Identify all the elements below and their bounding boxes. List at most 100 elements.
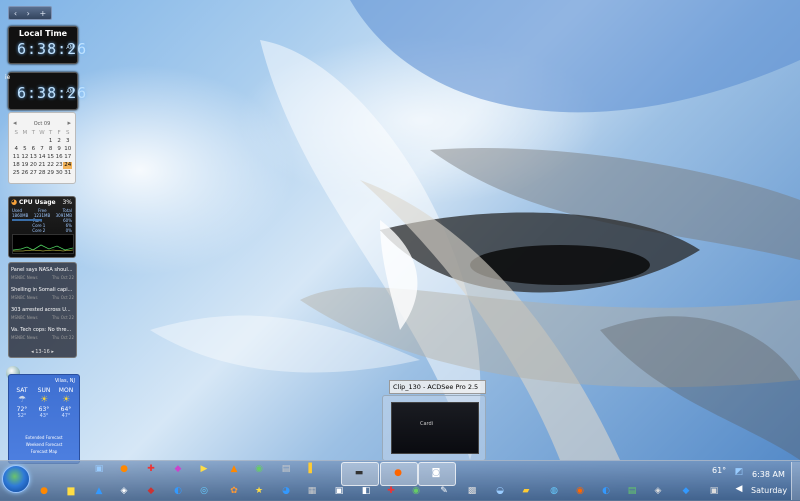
extended-forecast-link[interactable]: Extended Forecast (9, 435, 79, 440)
calendar-day[interactable]: 16 (55, 154, 64, 161)
calendar-day[interactable]: 5 (21, 146, 30, 153)
app-icon[interactable]: ◧ (360, 485, 372, 497)
app-icon[interactable]: ◉ (574, 485, 586, 497)
calendar-day[interactable]: 18 (12, 162, 21, 169)
calendar-day[interactable]: 29 (46, 170, 55, 177)
calendar-day[interactable]: 10 (63, 146, 72, 153)
volume-icon[interactable]: ◀ (733, 483, 745, 495)
news-headline[interactable]: Panel says NASA shoul... (11, 267, 74, 273)
news-pager[interactable]: ◂ 13-16 ▸ (9, 349, 76, 355)
taskbar-clock-day[interactable]: Saturday (751, 486, 787, 495)
news-item[interactable]: Va. Tech cops: No thre... MSNBC News Thu … (11, 327, 74, 340)
app-icon[interactable]: ▣ (708, 485, 720, 497)
app-icon[interactable]: ▶ (198, 463, 210, 475)
news-item[interactable]: Shelling in Somali capi... MSNBC News Thu… (11, 287, 74, 300)
app-icon[interactable]: ▰ (520, 485, 532, 497)
app-icon[interactable]: ▤ (626, 485, 638, 497)
calendar-day[interactable]: 9 (55, 146, 64, 153)
calendar-day[interactable]: 30 (55, 170, 64, 177)
app-icon[interactable]: ◉ (253, 463, 265, 475)
app-icon[interactable]: ▲ (93, 485, 105, 497)
app-icon[interactable]: ✚ (385, 485, 397, 497)
calendar-day[interactable]: 14 (38, 154, 47, 161)
app-icon[interactable]: ◒ (494, 485, 506, 497)
cpu-usage-gadget[interactable]: ◕ CPU Usage 3% Used Free Total 1860MB 12… (8, 196, 76, 258)
news-item[interactable]: 303 arrested across U... MSNBC News Thu O… (11, 307, 74, 320)
calendar-day[interactable]: 3 (63, 138, 72, 145)
calendar-day[interactable]: 20 (29, 162, 38, 169)
calendar-day[interactable]: 22 (46, 162, 55, 169)
calendar-day[interactable]: 23 (55, 162, 64, 169)
calendar-day[interactable]: 28 (38, 170, 47, 177)
weather-high: 72° (16, 406, 28, 413)
calendar-day[interactable]: 8 (46, 146, 55, 153)
app-icon[interactable]: ◈ (118, 485, 130, 497)
news-next-icon[interactable]: ▸ (51, 349, 54, 355)
calendar-next-icon[interactable]: ▸ (67, 119, 71, 127)
news-gadget[interactable]: Panel says NASA shoul... MSNBC News Thu O… (8, 262, 77, 358)
window-thumbnail-preview[interactable]: Cardi (382, 395, 486, 461)
add-gadget-button[interactable]: + (39, 9, 46, 18)
app-icon[interactable]: ▌ (306, 463, 318, 475)
app-icon[interactable]: ◆ (680, 485, 692, 497)
app-icon[interactable]: ◍ (548, 485, 560, 497)
calendar-day[interactable]: 12 (21, 154, 30, 161)
firefox-icon[interactable]: ● (118, 463, 130, 475)
news-item[interactable]: Panel says NASA shoul... MSNBC News Thu O… (11, 267, 74, 280)
show-desktop-button[interactable] (791, 462, 800, 500)
app-icon[interactable]: ✎ (438, 485, 450, 497)
network-icon[interactable]: ◩ (733, 466, 745, 478)
app-icon[interactable]: ◕ (280, 485, 292, 497)
app-icon[interactable]: ◆ (145, 485, 157, 497)
app-icon[interactable]: ◈ (652, 485, 664, 497)
app-icon[interactable]: ✿ (228, 485, 240, 497)
clock-gadget-local[interactable]: Local Time 6:38:26 AM (8, 26, 86, 64)
app-icon[interactable]: ◐ (172, 485, 184, 497)
star-icon[interactable]: ★ (253, 485, 265, 497)
previous-gadget-button[interactable]: ‹ (14, 9, 17, 18)
calendar-day[interactable]: 26 (21, 170, 30, 177)
app-icon[interactable]: ● (38, 485, 50, 497)
next-gadget-button[interactable]: › (27, 9, 30, 18)
calendar-day[interactable]: 21 (38, 162, 47, 169)
calendar-day[interactable]: 17 (63, 154, 72, 161)
calendar-day[interactable]: 1 (46, 138, 55, 145)
weather-gadget[interactable]: Vilas, NJ SAT ☂ 72° 52° SUN ☀ 63° 43° MO… (8, 374, 80, 464)
vlc-icon[interactable]: ▲ (228, 463, 240, 475)
calendar-day[interactable]: 6 (29, 146, 38, 153)
app-icon[interactable]: ▣ (93, 463, 105, 475)
taskbar-clock-time[interactable]: 6:38 AM (752, 470, 785, 479)
calendar-day[interactable]: 19 (21, 162, 30, 169)
app-icon[interactable]: ◐ (600, 485, 612, 497)
calendar-day[interactable]: 25 (12, 170, 21, 177)
news-headline[interactable]: 303 arrested across U... (11, 307, 74, 313)
clock-gadget-second[interactable]: ie 6:38:26 AM (5, 72, 86, 110)
weekend-forecast-link[interactable]: Weekend Forecast (9, 442, 79, 447)
app-icon[interactable]: ▦ (306, 485, 318, 497)
calendar-day[interactable]: 7 (38, 146, 47, 153)
calendar-day[interactable]: 11 (12, 154, 21, 161)
calendar-day[interactable]: 31 (63, 170, 72, 177)
calendar-day[interactable]: 27 (29, 170, 38, 177)
app-icon[interactable]: ▩ (466, 485, 478, 497)
calendar-day[interactable]: 4 (12, 146, 21, 153)
app-icon[interactable]: ▤ (280, 463, 292, 475)
news-headline[interactable]: Va. Tech cops: No thre... (11, 327, 74, 333)
calendar-day[interactable]: 13 (29, 154, 38, 161)
app-icon[interactable]: ◉ (410, 485, 422, 497)
calendar-day[interactable]: 2 (55, 138, 64, 145)
start-button[interactable] (2, 465, 30, 493)
app-icon[interactable]: ◎ (198, 485, 210, 497)
app-icon[interactable]: ✚ (145, 463, 157, 475)
app-icon[interactable]: ▣ (333, 485, 345, 497)
calendar-day[interactable]: 24 (63, 162, 72, 169)
calendar-weekday: F (57, 130, 61, 136)
news-headline[interactable]: Shelling in Somali capi... (11, 287, 74, 293)
forecast-map-link[interactable]: Forecast Map (9, 449, 79, 454)
calendar-gadget[interactable]: ◂ Oct 09 ▸ S M T W T F S 1 2 3 4 5 6 7 8 9 10 11 12 13 14 15 1… (8, 112, 76, 184)
calendar-day[interactable]: 15 (46, 154, 55, 161)
app-icon[interactable]: ◆ (172, 463, 184, 475)
news-prev-icon[interactable]: ◂ (31, 349, 34, 355)
folder-icon[interactable]: ▆ (65, 485, 77, 497)
tray-temperature[interactable]: 61° (712, 466, 726, 475)
